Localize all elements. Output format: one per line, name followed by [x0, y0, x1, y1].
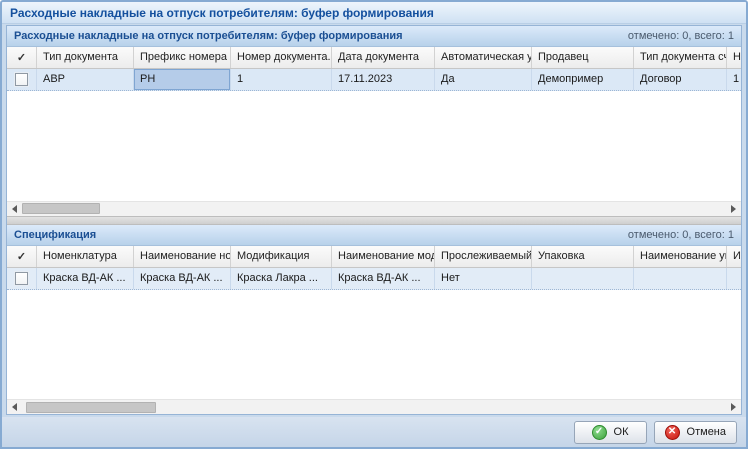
row-checkbox[interactable] [15, 272, 28, 285]
scrollbar-thumb[interactable] [22, 203, 100, 214]
table-cell[interactable] [532, 268, 634, 289]
invoices-table: ✓Тип документаПрефикс номера дНомер доку… [7, 47, 741, 91]
invoices-panel-title: Расходные накладные на отпуск потребител… [14, 30, 403, 42]
column-header[interactable]: Тип документа [37, 47, 134, 68]
column-header[interactable]: Номер документа. [231, 47, 332, 68]
scroll-left-arrow-icon[interactable] [12, 403, 17, 411]
column-header[interactable]: Наименование мод [332, 246, 435, 267]
ok-button[interactable]: ✓ ОК [574, 421, 647, 444]
content-area: Расходные накладные на отпуск потребител… [6, 25, 742, 415]
panel-splitter[interactable] [7, 216, 741, 225]
column-header[interactable]: Наименование упа [634, 246, 727, 267]
table-cell[interactable]: РН [134, 69, 231, 90]
specification-panel-header: Спецификация отмечено: 0, всего: 1 [7, 225, 741, 246]
cancel-button-label: Отмена [687, 426, 726, 438]
table-header-row: ✓Тип документаПрефикс номера дНомер доку… [7, 47, 741, 69]
check-column-header[interactable]: ✓ [7, 47, 37, 68]
table-cell[interactable]: Краска ВД-АК ... [332, 268, 435, 289]
cancel-button[interactable]: ✕ Отмена [654, 421, 737, 444]
table-cell[interactable] [634, 268, 727, 289]
row-checkbox[interactable] [15, 73, 28, 86]
column-header[interactable]: Номенклатура [37, 246, 134, 267]
table-cell[interactable]: АВР [37, 69, 134, 90]
column-header[interactable]: И [727, 246, 741, 267]
invoices-panel: Расходные накладные на отпуск потребител… [7, 26, 741, 216]
invoices-table-empty-area [7, 91, 741, 201]
row-checkbox-cell [7, 69, 37, 90]
table-cell[interactable]: Нет [435, 268, 532, 289]
footer-bar: ✓ ОК ✕ Отмена [2, 417, 746, 447]
invoices-panel-header: Расходные накладные на отпуск потребител… [7, 26, 741, 47]
column-header[interactable]: Префикс номера д [134, 47, 231, 68]
cancel-icon: ✕ [665, 425, 680, 440]
table-header-row: ✓НоменклатураНаименование номМодификация… [7, 246, 741, 268]
table-cell[interactable]: 1 [231, 69, 332, 90]
column-header[interactable]: Модификация [231, 246, 332, 267]
ok-button-label: ОК [614, 426, 629, 438]
table-cell[interactable] [727, 268, 741, 289]
scroll-left-arrow-icon[interactable] [12, 205, 17, 213]
scroll-right-arrow-icon[interactable] [731, 403, 736, 411]
specification-panel-counter: отмечено: 0, всего: 1 [628, 229, 734, 241]
ok-icon: ✓ [592, 425, 607, 440]
table-cell[interactable]: Краска ВД-АК ... [37, 268, 134, 289]
table-cell[interactable]: Демопример [532, 69, 634, 90]
column-header[interactable]: Тип документа счё [634, 47, 727, 68]
check-column-header[interactable]: ✓ [7, 246, 37, 267]
specification-table: ✓НоменклатураНаименование номМодификация… [7, 246, 741, 290]
specification-horizontal-scrollbar[interactable] [7, 399, 741, 414]
column-header[interactable]: Прослеживаемый т [435, 246, 532, 267]
table-row[interactable]: АВРРН117.11.2023ДаДемопримерДоговор1 [7, 69, 741, 91]
invoices-panel-counter: отмечено: 0, всего: 1 [628, 30, 734, 42]
column-header[interactable]: Продавец [532, 47, 634, 68]
column-header[interactable]: Н [727, 47, 741, 68]
scroll-right-arrow-icon[interactable] [731, 205, 736, 213]
column-header[interactable]: Автоматическая у [435, 47, 532, 68]
dialog-window: Расходные накладные на отпуск потребител… [0, 0, 748, 449]
title-bar[interactable]: Расходные накладные на отпуск потребител… [2, 2, 746, 24]
table-cell[interactable]: 1 [727, 69, 741, 90]
window-title: Расходные накладные на отпуск потребител… [10, 6, 434, 20]
table-cell[interactable]: Краска Лакра ... [231, 268, 332, 289]
scrollbar-thumb[interactable] [26, 402, 156, 413]
table-cell[interactable]: 17.11.2023 [332, 69, 435, 90]
row-checkbox-cell [7, 268, 37, 289]
table-cell[interactable]: Да [435, 69, 532, 90]
invoices-horizontal-scrollbar[interactable] [7, 201, 741, 216]
table-cell[interactable]: Договор [634, 69, 727, 90]
specification-table-empty-area [7, 290, 741, 400]
column-header[interactable]: Наименование ном [134, 246, 231, 267]
table-row[interactable]: Краска ВД-АК ...Краска ВД-АК ...Краска Л… [7, 268, 741, 290]
specification-panel: Спецификация отмечено: 0, всего: 1 ✓Номе… [7, 225, 741, 415]
table-cell[interactable]: Краска ВД-АК ... [134, 268, 231, 289]
column-header[interactable]: Дата документа [332, 47, 435, 68]
specification-panel-title: Спецификация [14, 229, 96, 241]
column-header[interactable]: Упаковка [532, 246, 634, 267]
